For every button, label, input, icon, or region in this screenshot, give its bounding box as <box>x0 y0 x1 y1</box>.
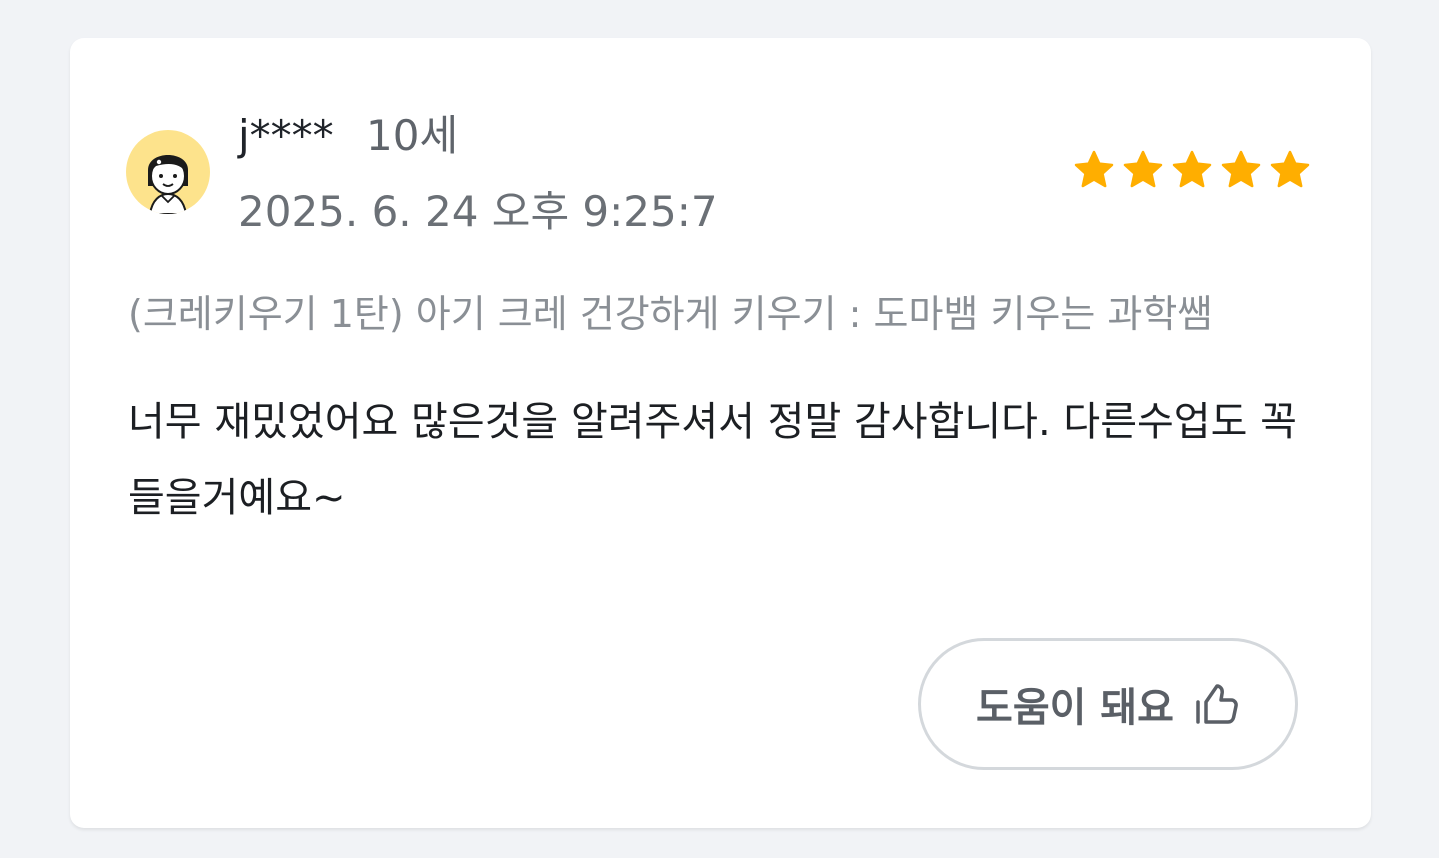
star-rating <box>1074 150 1310 190</box>
helpful-button[interactable]: 도움이 돼요 <box>918 638 1298 770</box>
review-text: 너무 재밌었어요 많은것을 알려주셔서 정말 감사합니다. 다른수업도 꼭 들을… <box>128 399 1297 521</box>
user-avatar <box>126 130 210 214</box>
course-title: (크레키우기 1탄) 아기 크레 건강하게 키우기 : 도마뱀 키우는 과학쌤 <box>128 292 1213 336</box>
girl-avatar-icon <box>148 155 188 214</box>
star-icon <box>1221 150 1261 188</box>
star-icon <box>1172 150 1212 188</box>
star-icon <box>1074 150 1114 188</box>
helpful-button-label: 도움이 돼요 <box>976 685 1174 731</box>
user-age: 10세 <box>366 111 459 160</box>
star-icon <box>1270 150 1310 188</box>
user-name: j**** <box>238 111 334 160</box>
review-card: j**** 10세 2025. 6. 24 오후 9:25:7 (크레키우기 1… <box>70 38 1371 828</box>
star-icon <box>1123 150 1163 188</box>
thumbs-up-icon <box>1196 684 1238 724</box>
review-date: 2025. 6. 24 오후 9:25:7 <box>238 187 718 236</box>
